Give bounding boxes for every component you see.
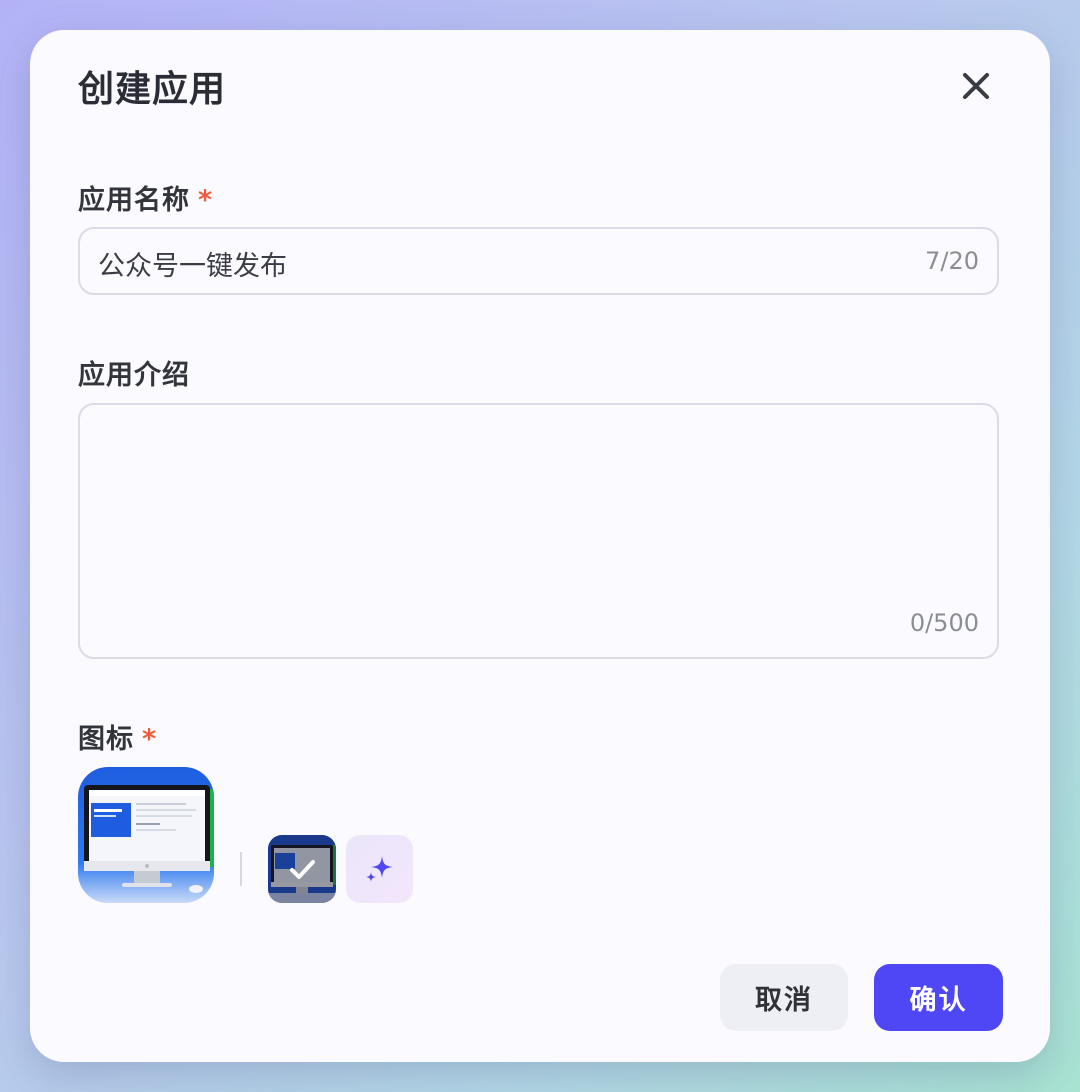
close-button[interactable] [960,70,992,102]
app-intro-textarea[interactable]: 0/500 [78,403,999,659]
cancel-button[interactable]: 取消 [720,964,848,1031]
app-name-label: 应用名称 * [78,185,214,216]
sparkle-icon [365,856,393,882]
required-mark: * [198,185,214,216]
confirm-button[interactable]: 确认 [874,964,1003,1031]
required-mark: * [142,724,158,755]
app-name-input[interactable]: 公众号一键发布 7/20 [78,227,999,295]
icon-label: 图标 * [78,724,158,755]
create-app-dialog: 创建应用 应用名称* 公众号一键发布 7/20 应用介绍 0/500 图标* [30,30,1050,1062]
app-intro-label: 应用介绍 [78,360,190,391]
close-icon [963,73,989,99]
app-name-value[interactable]: 公众号一键发布 [98,244,287,283]
app-intro-counter: 0/500 [909,609,979,637]
icon-separator [240,852,242,886]
imac-screen-icon [78,767,214,903]
icon-option-selected[interactable] [268,835,336,903]
icon-preview[interactable] [78,767,214,903]
ai-generate-icon-button[interactable] [346,835,413,903]
app-name-counter: 7/20 [925,247,979,275]
dialog-title: 创建应用 [78,69,227,110]
imac-screen-icon [268,835,336,903]
